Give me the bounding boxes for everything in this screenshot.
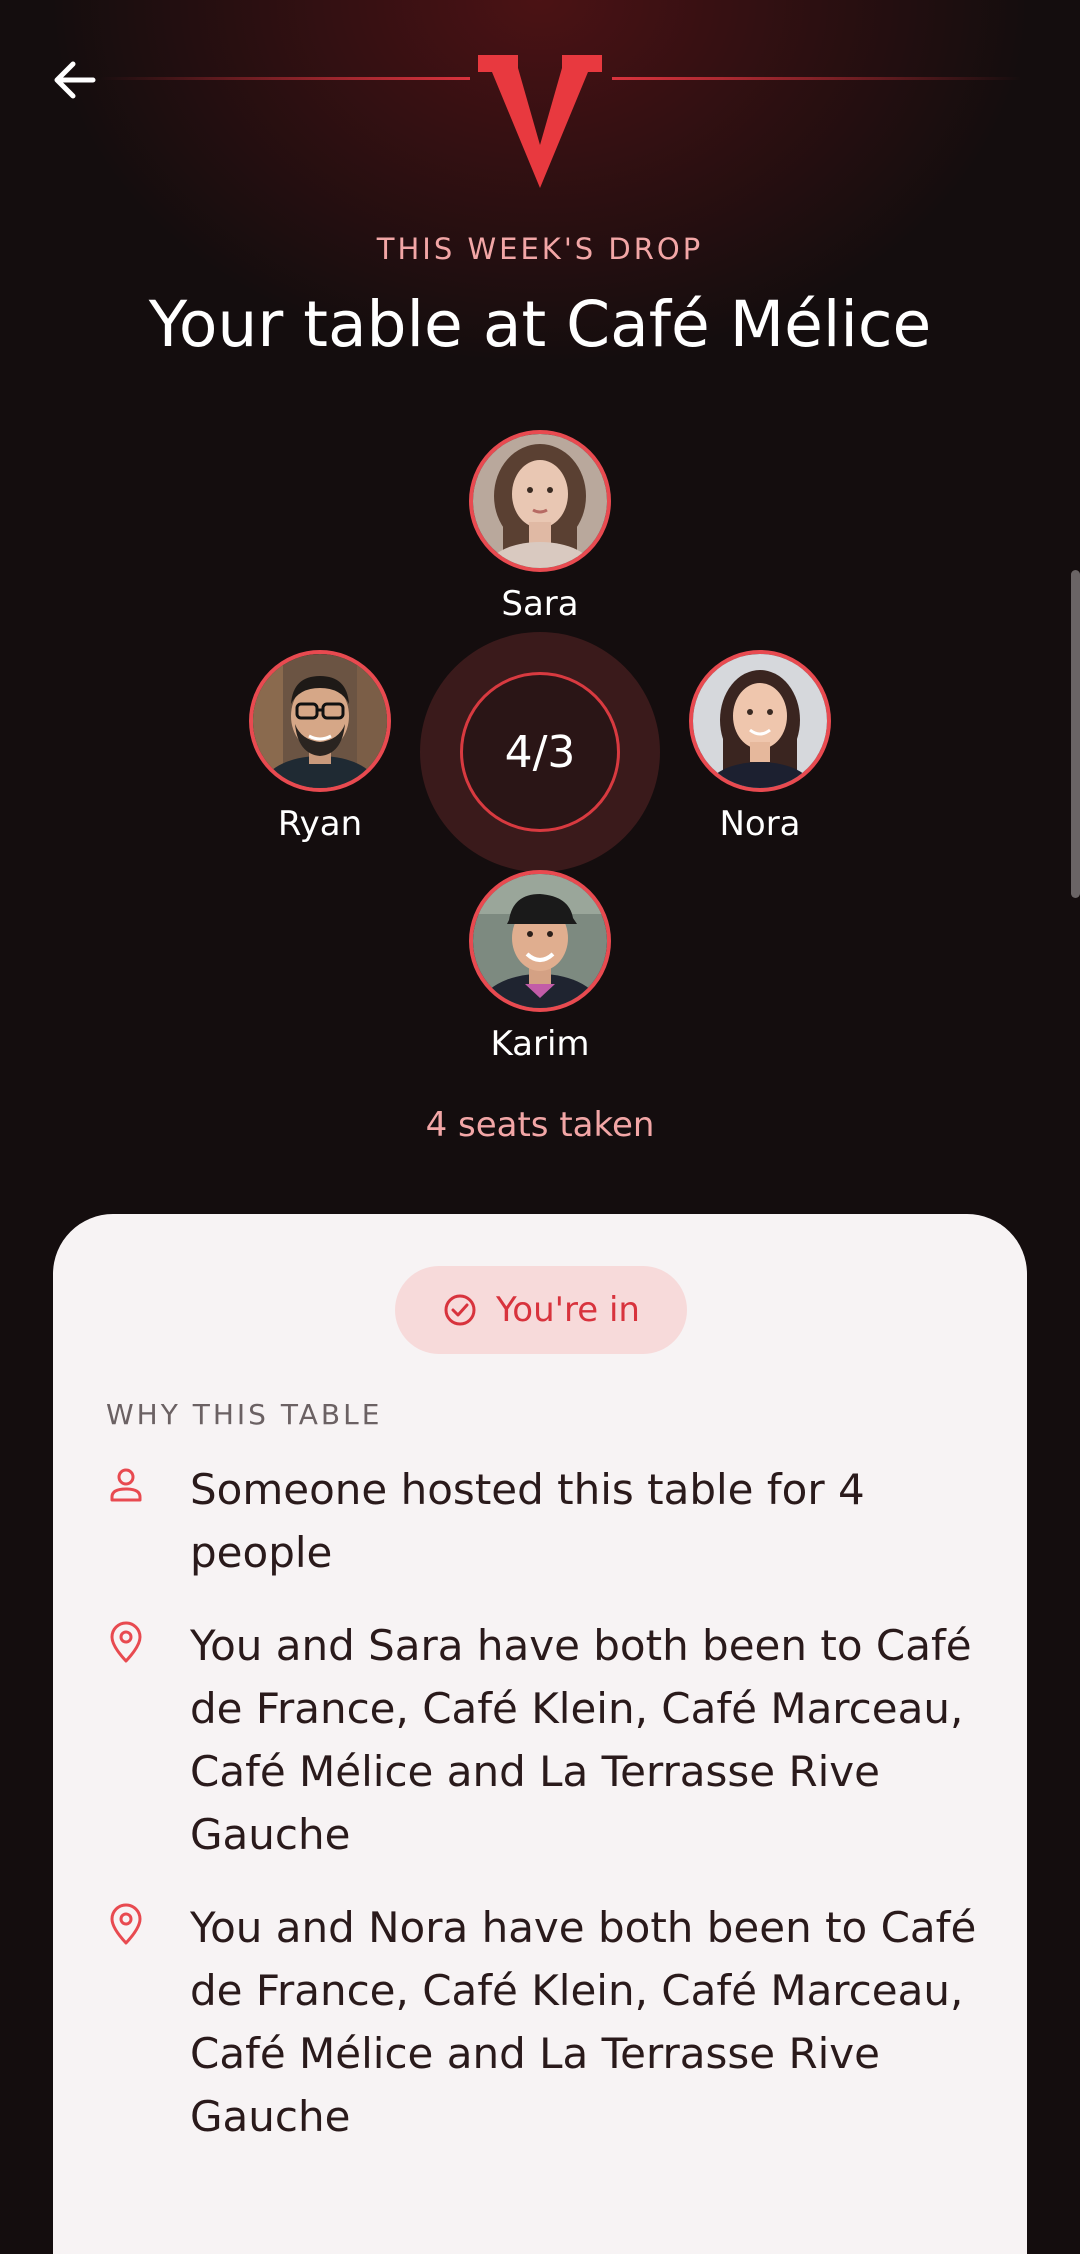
seat-nora[interactable]: Nora [686,650,834,844]
map-pin-icon [110,1903,142,1945]
logo-divider-left [100,77,470,80]
status-label: You're in [496,1290,640,1330]
list-item: You and Sara have both been to Café de F… [106,1614,986,1866]
section-kicker: THIS WEEK'S DROP [376,232,704,266]
map-pin-icon [110,1621,142,1663]
table-count-label: 4/3 [504,726,576,778]
reason-list: Someone hosted this table for 4 people Y… [106,1458,986,2178]
details-card: You're in WHY THIS TABLE Someone hosted … [53,1214,1027,2254]
logo-divider-right [612,77,1022,80]
scrollbar[interactable] [1071,570,1080,898]
reason-text: You and Nora have both been to Café de F… [190,1903,977,2141]
arrow-left-icon [54,61,96,99]
avatar [689,650,831,792]
status-badge: You're in [395,1266,687,1354]
seat-karim[interactable]: Karim [466,870,614,1064]
avatar [469,870,611,1012]
table-count: 4/3 [460,672,620,832]
person-icon [110,1468,142,1502]
list-item: You and Nora have both been to Café de F… [106,1896,986,2148]
reason-text: Someone hosted this table for 4 people [190,1465,865,1577]
seat-ryan[interactable]: Ryan [246,650,394,844]
page-title: Your table at Café Mélice [148,288,932,361]
reason-text: You and Sara have both been to Café de F… [190,1621,972,1859]
check-circle-icon [444,1294,476,1326]
seat-name: Nora [719,804,801,844]
seat-name: Sara [501,584,579,624]
avatar [469,430,611,572]
seat-sara[interactable]: Sara [466,430,614,624]
seat-name: Ryan [277,804,363,844]
seats-taken-label: 4 seats taken [425,1105,655,1145]
v-logo-icon [478,55,602,188]
section-heading: WHY THIS TABLE [106,1398,383,1431]
avatar [249,650,391,792]
list-item: Someone hosted this table for 4 people [106,1458,986,1584]
seat-name: Karim [490,1024,590,1064]
back-button[interactable] [44,50,104,110]
